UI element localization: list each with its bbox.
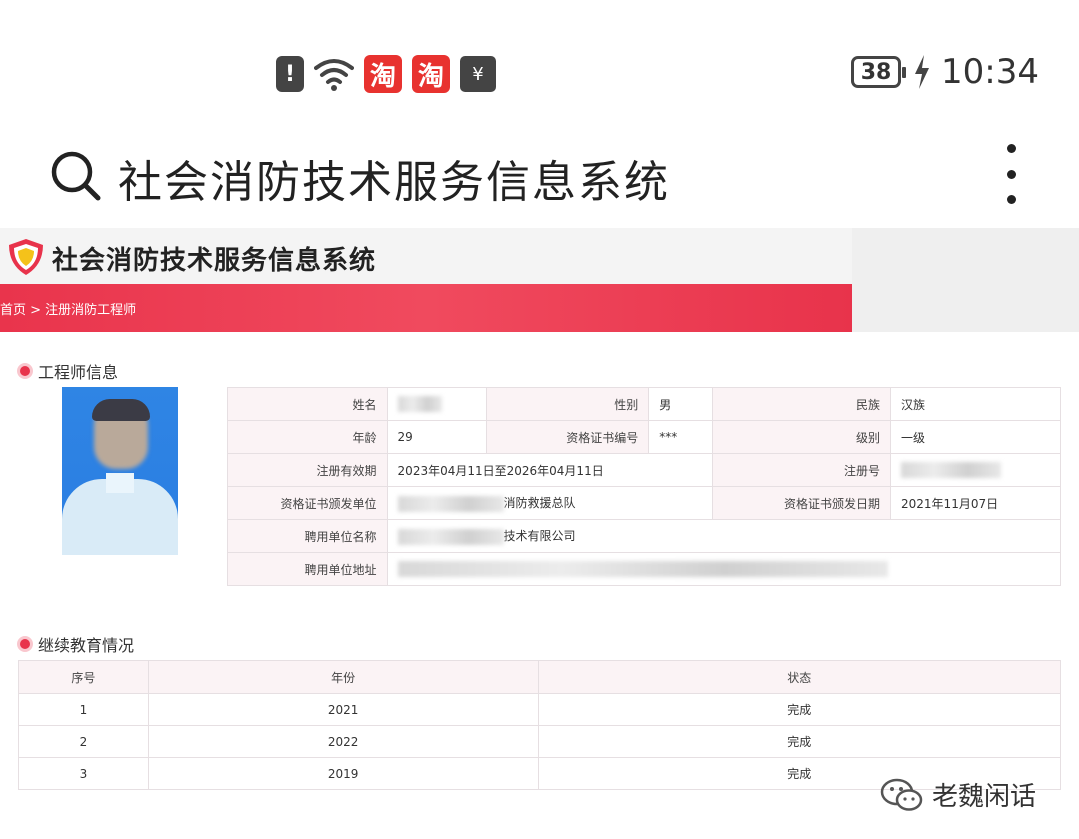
table-row: 注册有效期 2023年04月11日至2026年04月11日 注册号 [227,453,1061,487]
label-level: 级别 [712,420,892,454]
label-name: 姓名 [227,387,388,421]
header-status: 状态 [537,660,1061,694]
more-options-icon[interactable] [1000,144,1022,204]
value-validity: 2023年04月11日至2026年04月11日 [386,453,714,487]
value-issue-date: 2021年11月07日 [890,486,1061,520]
engineer-photo [62,387,178,555]
value-address [386,552,1062,586]
employer-visible-text: 技术有限公司 [503,529,576,544]
value-reg-no [890,453,1061,487]
label-gender: 性别 [486,387,650,421]
label-reg-no: 注册号 [712,453,892,487]
taobao-icon: 淘 [364,55,402,93]
section-title: 继续教育情况 [38,636,135,655]
search-icon[interactable] [50,150,102,202]
header-year: 年份 [147,660,539,694]
cell-status: 完成 [537,693,1061,726]
breadcrumb[interactable]: 首页 > 注册消防工程师 [0,299,136,318]
table-row: 年龄 29 资格证书编号 *** 级别 一级 [227,420,1061,454]
engineer-section-heading: 工程师信息 [20,359,118,383]
search-bar[interactable]: 社会消防技术服务信息系统 [0,130,1079,220]
battery-icon: 38 [851,56,907,88]
clock: 10:34 [941,52,1039,92]
cell-no: 3 [18,757,149,790]
site-header: 社会消防技术服务信息系统 [0,228,852,284]
education-section-heading: 继续教育情况 [20,632,134,656]
watermark-text: 老魏闲话 [932,782,1037,812]
cell-year: 2021 [147,693,539,726]
wifi-icon [314,59,354,91]
value-name [386,387,488,421]
header-spacer [852,228,1079,332]
status-right: 38 10:34 [851,52,1039,92]
status-icons: ! 淘 淘 ¥ [276,55,496,93]
issuer-visible-text: 消防救援总队 [503,496,576,511]
table-row: 姓名 性别 男 民族 汉族 [227,387,1061,421]
alert-icon: ! [276,56,304,92]
cell-status: 完成 [537,725,1061,758]
label-ethnicity: 民族 [712,387,892,421]
value-employer: 技术有限公司 [386,519,1062,553]
value-ethnicity: 汉族 [890,387,1061,421]
status-bar: ! 淘 淘 ¥ 38 10:34 [0,0,1079,130]
charging-icon [915,55,930,89]
label-employer: 聘用单位名称 [227,519,388,553]
engineer-info-table: 姓名 性别 男 民族 汉族 年龄 29 资格证书编号 *** 级别 一级 注册有… [227,387,1062,586]
table-row: 2 2022 完成 [18,725,1061,758]
value-level: 一级 [890,420,1061,454]
table-row: 1 2021 完成 [18,693,1061,726]
site-title: 社会消防技术服务信息系统 [52,246,377,276]
wechat-icon [880,778,923,811]
table-row: 资格证书颁发单位 消防救援总队 资格证书颁发日期 2021年11月07日 [227,486,1061,520]
header-no: 序号 [18,660,149,694]
table-row: 聘用单位地址 [227,552,1062,586]
table-header-row: 序号 年份 状态 [18,660,1061,694]
table-row: 聘用单位名称 技术有限公司 [227,519,1062,553]
cell-year: 2022 [147,725,539,758]
label-validity: 注册有效期 [227,453,388,487]
taobao-icon: 淘 [412,55,450,93]
label-address: 聘用单位地址 [227,552,388,586]
value-issuer: 消防救援总队 [386,486,714,520]
wallet-icon: ¥ [460,56,496,92]
section-title: 工程师信息 [38,363,119,382]
label-age: 年龄 [227,420,388,454]
search-query[interactable]: 社会消防技术服务信息系统 [118,146,670,210]
bullet-dot-icon [20,639,30,649]
label-cert-no: 资格证书编号 [486,420,650,454]
cell-year: 2019 [147,757,539,790]
education-table: 序号 年份 状态 1 2021 完成 2 2022 完成 3 2019 完成 [18,660,1061,790]
bullet-dot-icon [20,366,30,376]
value-cert-no: *** [648,420,714,454]
value-gender: 男 [648,387,714,421]
value-age: 29 [386,420,488,454]
watermark: 老魏闲话 [880,776,1036,813]
cell-no: 2 [18,725,149,758]
shield-logo-icon [9,239,43,275]
cell-no: 1 [18,693,149,726]
breadcrumb-bar: 首页 > 注册消防工程师 [0,284,852,332]
label-issue-date: 资格证书颁发日期 [712,486,892,520]
label-issuer: 资格证书颁发单位 [227,486,388,520]
